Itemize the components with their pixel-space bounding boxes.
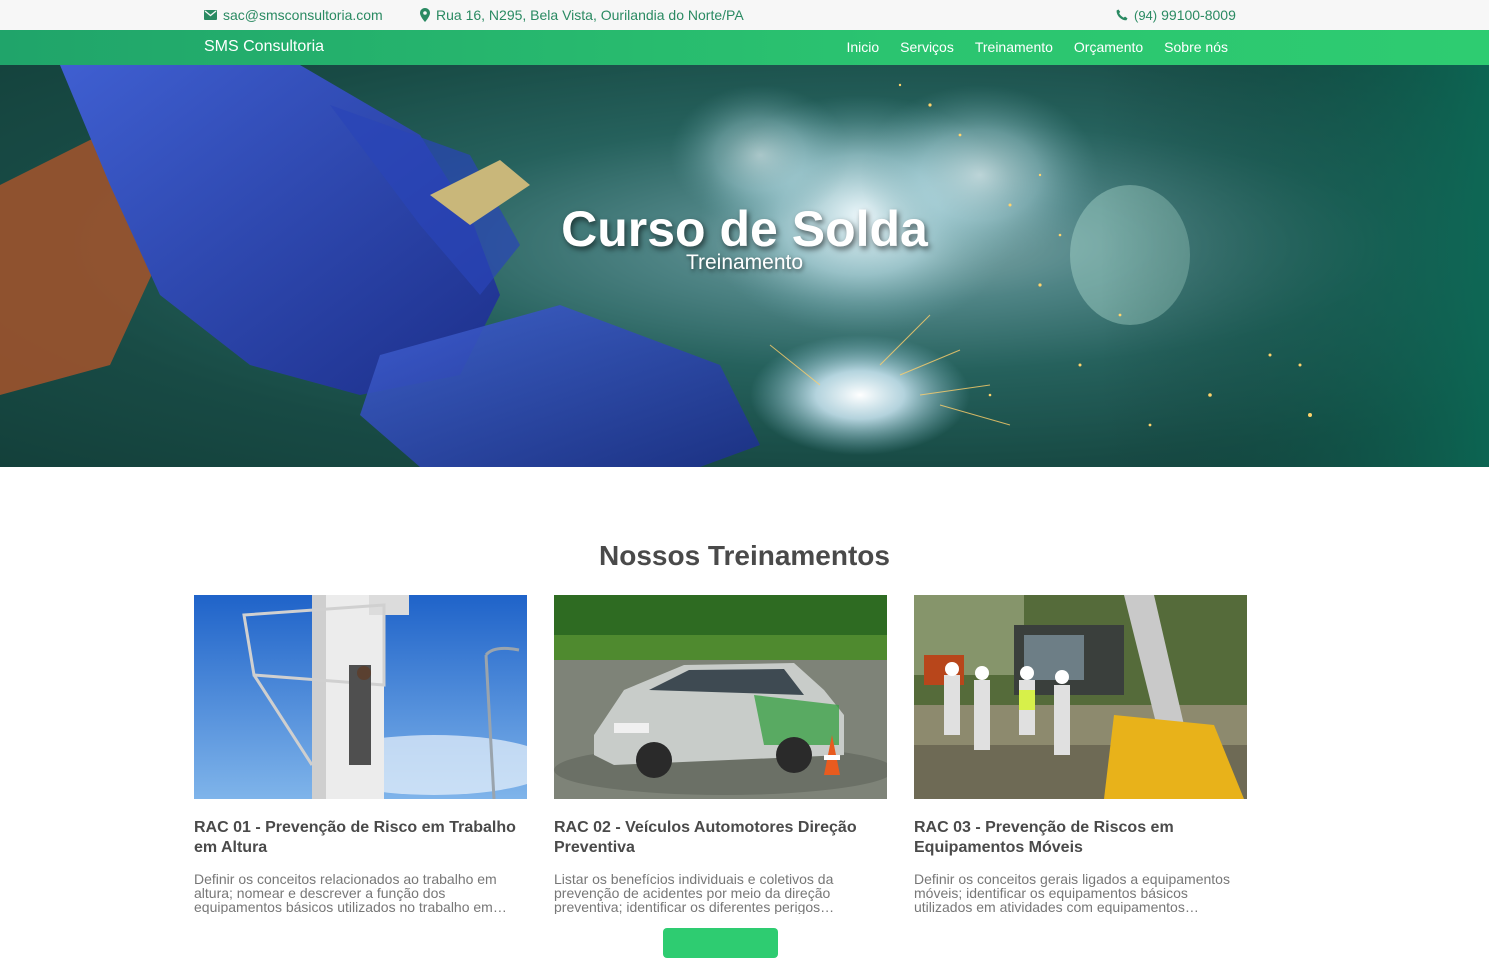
mail-icon [204,10,217,20]
contact-address: Rua 16, N295, Bela Vista, Ourilandia do … [420,7,744,23]
phone-number: 99100-8009 [1161,7,1236,23]
card-image-driving[interactable] [554,595,887,799]
card-description: Definir os conceitos relacionados ao tra… [194,872,507,914]
top-info-bar: sac@smsconsultoria.com Rua 16, N295, Bel… [0,0,1489,30]
map-pin-icon [420,8,430,22]
nav-link-orcamento[interactable]: Orçamento [1074,39,1143,55]
phone-prefix: (94) [1134,7,1158,23]
see-more-button[interactable] [663,928,778,958]
training-card[interactable]: RAC 01 - Prevenção de Risco em Trabalho … [194,595,527,914]
nav-link-servicos[interactable]: Serviços [900,39,954,55]
card-title[interactable]: RAC 03 - Prevenção de Riscos em Equipame… [914,818,1247,858]
hero-subtitle: Treinamento [685,251,804,274]
hero-banner: Curso de Solda Treinamento [0,65,1489,467]
card-description: Listar os benefícios individuais e colet… [554,872,835,914]
nav-menu: Inicio Serviços Treinamento Orçamento So… [825,39,1228,55]
main-navbar: SMS Consultoria Inicio Serviços Treiname… [0,30,1489,65]
address-text: Rua 16, N295, Bela Vista, Ourilandia do … [436,7,744,23]
section-title: Nossos Treinamentos [599,540,890,571]
card-description: Definir os conceitos gerais ligados a eq… [914,872,1230,914]
hero-title: Curso de Solda [561,201,928,257]
training-card[interactable]: RAC 03 - Prevenção de Riscos em Equipame… [914,595,1247,914]
card-title[interactable]: RAC 01 - Prevenção de Risco em Trabalho … [194,818,527,858]
nav-link-inicio[interactable]: Inicio [846,39,879,55]
email-text: sac@smsconsultoria.com [223,7,383,23]
contact-email[interactable]: sac@smsconsultoria.com [204,7,383,23]
contact-phone[interactable]: (94) 99100-8009 [1116,7,1236,23]
training-card[interactable]: RAC 02 - Veículos Automotores Direção Pr… [554,595,887,914]
card-image-mobile-equipment[interactable] [914,595,1247,799]
nav-link-treinamento[interactable]: Treinamento [975,39,1053,55]
card-title[interactable]: RAC 02 - Veículos Automotores Direção Pr… [554,818,887,858]
nav-link-sobre-nos[interactable]: Sobre nós [1164,39,1228,55]
card-image-height-work[interactable] [194,595,527,799]
phone-icon [1116,9,1128,21]
brand-logo-text[interactable]: SMS Consultoria [204,38,324,56]
